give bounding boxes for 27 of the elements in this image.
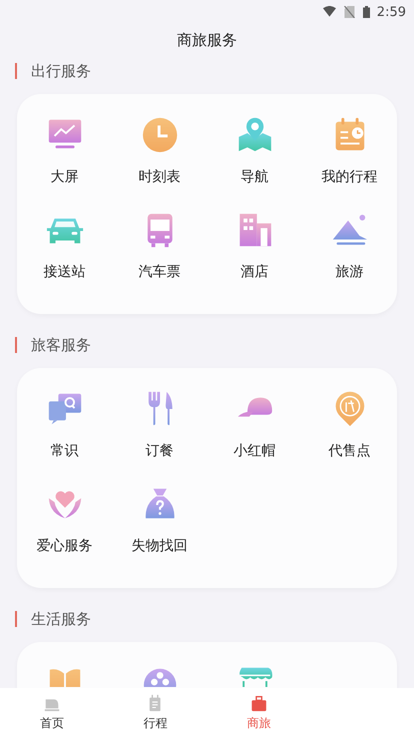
service-label: 大屏 [50, 168, 78, 186]
nav-tab[interactable]: 行程 [104, 688, 207, 737]
service-label: 旅游 [336, 263, 364, 281]
service-label: 失物找回 [132, 537, 188, 555]
service-label: 时刻表 [138, 168, 180, 186]
section-title: 旅客服务 [31, 336, 91, 354]
wifi-icon [322, 6, 336, 18]
service-label: 汽车票 [138, 263, 180, 281]
section-title: 出行服务 [31, 62, 91, 80]
page-title: 商旅服务 [176, 30, 238, 51]
service-label: 代售点 [328, 442, 370, 460]
section-title: 生活服务 [31, 610, 91, 628]
service-label: 订餐 [146, 442, 174, 460]
service-label: 接送站 [44, 263, 86, 281]
service-label: 导航 [240, 168, 268, 186]
no-sim-icon [342, 6, 356, 18]
service-label: 酒店 [240, 263, 268, 281]
nav-tab[interactable]: 商旅 [207, 688, 310, 737]
service-label: 爱心服务 [36, 537, 92, 555]
status-time: 2:59 [376, 4, 406, 20]
suitcase-icon [250, 694, 268, 712]
service-label: 小红帽 [234, 442, 276, 460]
service-label: 我的行程 [322, 168, 378, 186]
nav-tab[interactable]: 首页 [0, 688, 104, 737]
clock-icon[interactable] [140, 116, 178, 154]
battery-icon [362, 6, 370, 18]
service-label: 常识 [50, 442, 78, 460]
